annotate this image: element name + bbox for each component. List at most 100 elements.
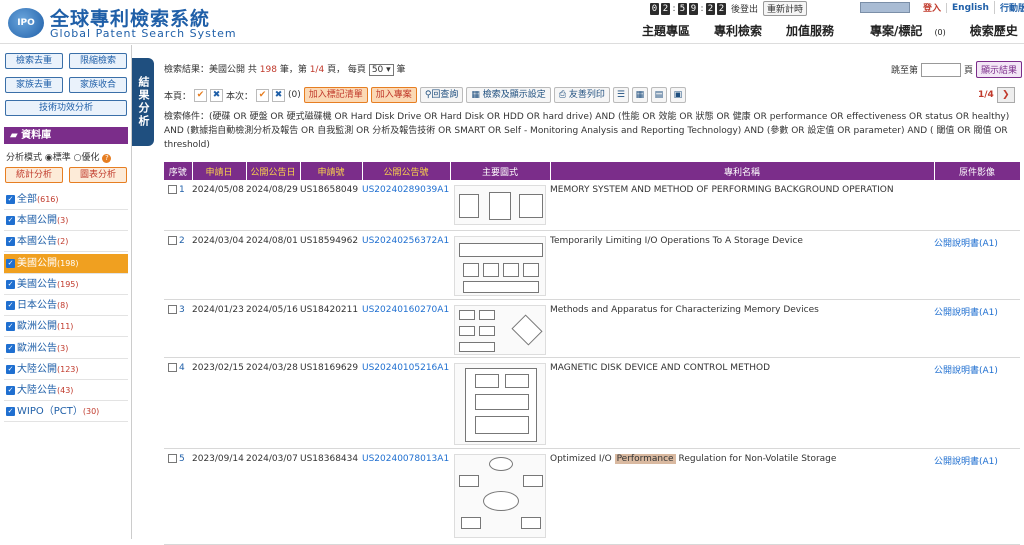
patent-figure-image[interactable] bbox=[454, 235, 546, 296]
db-item-wipo[interactable]: ✓ WIPO（PCT）(30) bbox=[4, 402, 128, 422]
reset-timer-button[interactable]: 重新計時 bbox=[763, 1, 808, 16]
nav-projects[interactable]: 專案/標記 (0) bbox=[846, 22, 958, 39]
search-settings-button[interactable]: ▦ 檢索及顯示設定 bbox=[466, 87, 551, 103]
clear-page-icon[interactable]: ✖ bbox=[210, 88, 224, 102]
checkbox-checked-icon[interactable]: ✓ bbox=[6, 236, 15, 246]
db-item-label: 美國公開 bbox=[17, 258, 57, 269]
row-figure bbox=[450, 230, 550, 300]
patent-figure-image[interactable] bbox=[454, 362, 546, 445]
help-icon[interactable]: ? bbox=[102, 154, 112, 163]
review-button[interactable]: ⚲回查詢 bbox=[419, 87, 464, 103]
col-seq[interactable]: 序號 bbox=[164, 162, 193, 180]
summary-mid1: 筆，第 bbox=[279, 65, 307, 75]
db-item-cn-pub[interactable]: ✓ 大陸公開(123) bbox=[4, 360, 128, 380]
goto-page-input[interactable] bbox=[921, 62, 962, 77]
next-page-button[interactable]: ❯ bbox=[996, 87, 1015, 103]
col-app-no[interactable]: 申請號 bbox=[300, 162, 363, 180]
narrow-search-button[interactable]: 限縮檢索 bbox=[69, 53, 127, 69]
row-pub-no-link[interactable]: US20240289039A1 bbox=[362, 185, 449, 195]
mode-optimized-radio[interactable]: ○ bbox=[74, 153, 82, 163]
checkbox-checked-icon[interactable]: ✓ bbox=[6, 343, 15, 353]
row-checkbox[interactable] bbox=[168, 235, 177, 245]
db-item-jp-grant[interactable]: ✓ 日本公告(8) bbox=[4, 296, 128, 316]
row-pub-no-link[interactable]: US20240160270A1 bbox=[362, 305, 449, 315]
print-button[interactable]: ⎙ 友善列印 bbox=[553, 87, 610, 103]
per-page-value: 50 bbox=[371, 65, 384, 75]
checkbox-checked-icon[interactable]: ✓ bbox=[6, 406, 15, 416]
nav-history[interactable]: 檢索歷史 bbox=[958, 22, 1024, 39]
db-item-ep-grant[interactable]: ✓ 歐洲公告(3) bbox=[4, 339, 128, 359]
checkbox-checked-icon[interactable]: ✓ bbox=[6, 364, 15, 374]
family-dedupe-button[interactable]: 家族去重 bbox=[5, 77, 63, 93]
dedupe-search-button[interactable]: 檢索去重 bbox=[5, 53, 63, 69]
clear-time-icon[interactable]: ✖ bbox=[272, 88, 286, 102]
image-view-icon[interactable]: ▣ bbox=[669, 87, 686, 103]
nav-topics[interactable]: 主題專區 bbox=[630, 22, 702, 39]
checkbox-checked-icon[interactable]: ✓ bbox=[6, 321, 15, 331]
row-checkbox[interactable] bbox=[168, 304, 177, 314]
tech-effect-analysis-button[interactable]: 技術功效分析 bbox=[5, 100, 127, 116]
list-view-icon[interactable]: ☰ bbox=[612, 87, 629, 103]
db-item-cn-grant[interactable]: ✓ 大陸公告(43) bbox=[4, 381, 128, 401]
fig-shape bbox=[503, 262, 519, 277]
result-analysis-tab[interactable]: 結果分析 bbox=[132, 58, 154, 146]
row-title[interactable]: MEMORY SYSTEM AND METHOD OF PERFORMING B… bbox=[550, 180, 934, 231]
row-checkbox[interactable] bbox=[168, 362, 177, 372]
mode-standard-radio[interactable]: ◉ bbox=[45, 153, 53, 163]
timer-digit: 2 bbox=[706, 2, 715, 15]
checkbox-checked-icon[interactable]: ✓ bbox=[6, 215, 15, 225]
checkbox-checked-icon[interactable]: ✓ bbox=[6, 279, 15, 289]
add-mark-button[interactable]: 加入標記清單 bbox=[303, 87, 368, 103]
checkbox-checked-icon[interactable]: ✓ bbox=[6, 258, 15, 268]
stat-analysis-button[interactable]: 統計分析 bbox=[5, 167, 63, 183]
english-link[interactable]: English bbox=[946, 2, 994, 13]
checkbox-checked-icon[interactable]: ✓ bbox=[6, 300, 15, 310]
db-item-ep-pub[interactable]: ✓ 歐洲公開(11) bbox=[4, 317, 128, 337]
select-all-page-icon[interactable]: ✔ bbox=[194, 88, 208, 102]
db-item-tw-grant[interactable]: ✓ 本國公告(2) bbox=[4, 232, 128, 252]
db-item-all[interactable]: ✓ 全部(616) bbox=[4, 190, 128, 210]
nav-patent-search[interactable]: 專利檢索 bbox=[702, 22, 774, 39]
patent-figure-image[interactable] bbox=[454, 304, 546, 355]
fig-shape bbox=[479, 325, 495, 336]
row-doc-link[interactable]: 公開說明書(A1) bbox=[934, 308, 998, 318]
select-all-time-icon[interactable]: ✔ bbox=[256, 88, 270, 102]
row-pub-no-link[interactable]: US20240078013A1 bbox=[362, 454, 449, 464]
row-doc-link[interactable]: 公開說明書(A1) bbox=[934, 239, 998, 249]
add-project-button[interactable]: 加入專案 bbox=[370, 87, 417, 103]
show-results-button[interactable]: 顯示結果 bbox=[976, 61, 1023, 78]
row-figure bbox=[450, 299, 550, 358]
row-checkbox[interactable] bbox=[168, 453, 177, 463]
detail-view-icon[interactable]: ▤ bbox=[650, 87, 667, 103]
col-pub-no[interactable]: 公開公告號 bbox=[362, 162, 451, 180]
db-item-tw-pub[interactable]: ✓ 本國公開(3) bbox=[4, 211, 128, 231]
nav-value-added[interactable]: 加值服務 bbox=[774, 22, 846, 39]
row-title[interactable]: MAGNETIC DISK DEVICE AND CONTROL METHOD bbox=[550, 357, 934, 449]
row-pub-no-cell: US20240160270A1 bbox=[362, 299, 450, 358]
chart-analysis-button[interactable]: 圖表分析 bbox=[69, 167, 127, 183]
logo[interactable]: IPO 全球專利檢索系統 Global Patent Search System bbox=[8, 4, 236, 40]
login-link[interactable]: 登入 bbox=[918, 1, 946, 14]
row-pub-no-link[interactable]: US20240105216A1 bbox=[362, 363, 449, 373]
row-doc-link[interactable]: 公開說明書(A1) bbox=[934, 457, 998, 467]
row-doc-link[interactable]: 公開說明書(A1) bbox=[934, 366, 998, 376]
user-box[interactable] bbox=[860, 2, 910, 13]
row-title[interactable]: Temporarily Limiting I/O Operations To A… bbox=[550, 230, 934, 300]
family-collapse-button[interactable]: 家族收合 bbox=[69, 77, 127, 93]
row-title[interactable]: Methods and Apparatus for Characterizing… bbox=[550, 299, 934, 358]
grid-view-icon[interactable]: ▦ bbox=[631, 87, 648, 103]
per-page-select[interactable]: 50 ▾ bbox=[368, 64, 394, 76]
mobile-link[interactable]: 行動版 bbox=[993, 1, 1024, 14]
row-checkbox[interactable] bbox=[168, 185, 177, 194]
row-title[interactable]: Optimized I/O Performance Regulation for… bbox=[550, 448, 934, 545]
patent-figure-image[interactable] bbox=[454, 185, 546, 225]
row-pub-no-link[interactable]: US20240256372A1 bbox=[362, 236, 449, 246]
patent-figure-image[interactable] bbox=[454, 453, 546, 538]
checkbox-checked-icon[interactable]: ✓ bbox=[6, 385, 15, 395]
db-item-us-pub[interactable]: ✓ 美國公開(198) bbox=[4, 254, 128, 274]
row-pub-no-cell: US20240105216A1 bbox=[362, 357, 450, 449]
db-item-us-grant[interactable]: ✓ 美國公告(195) bbox=[4, 275, 128, 295]
checkbox-checked-icon[interactable]: ✓ bbox=[6, 194, 15, 204]
col-app-date[interactable]: 申請日 bbox=[192, 162, 247, 180]
col-pub-date[interactable]: 公開公告日 bbox=[246, 162, 301, 180]
